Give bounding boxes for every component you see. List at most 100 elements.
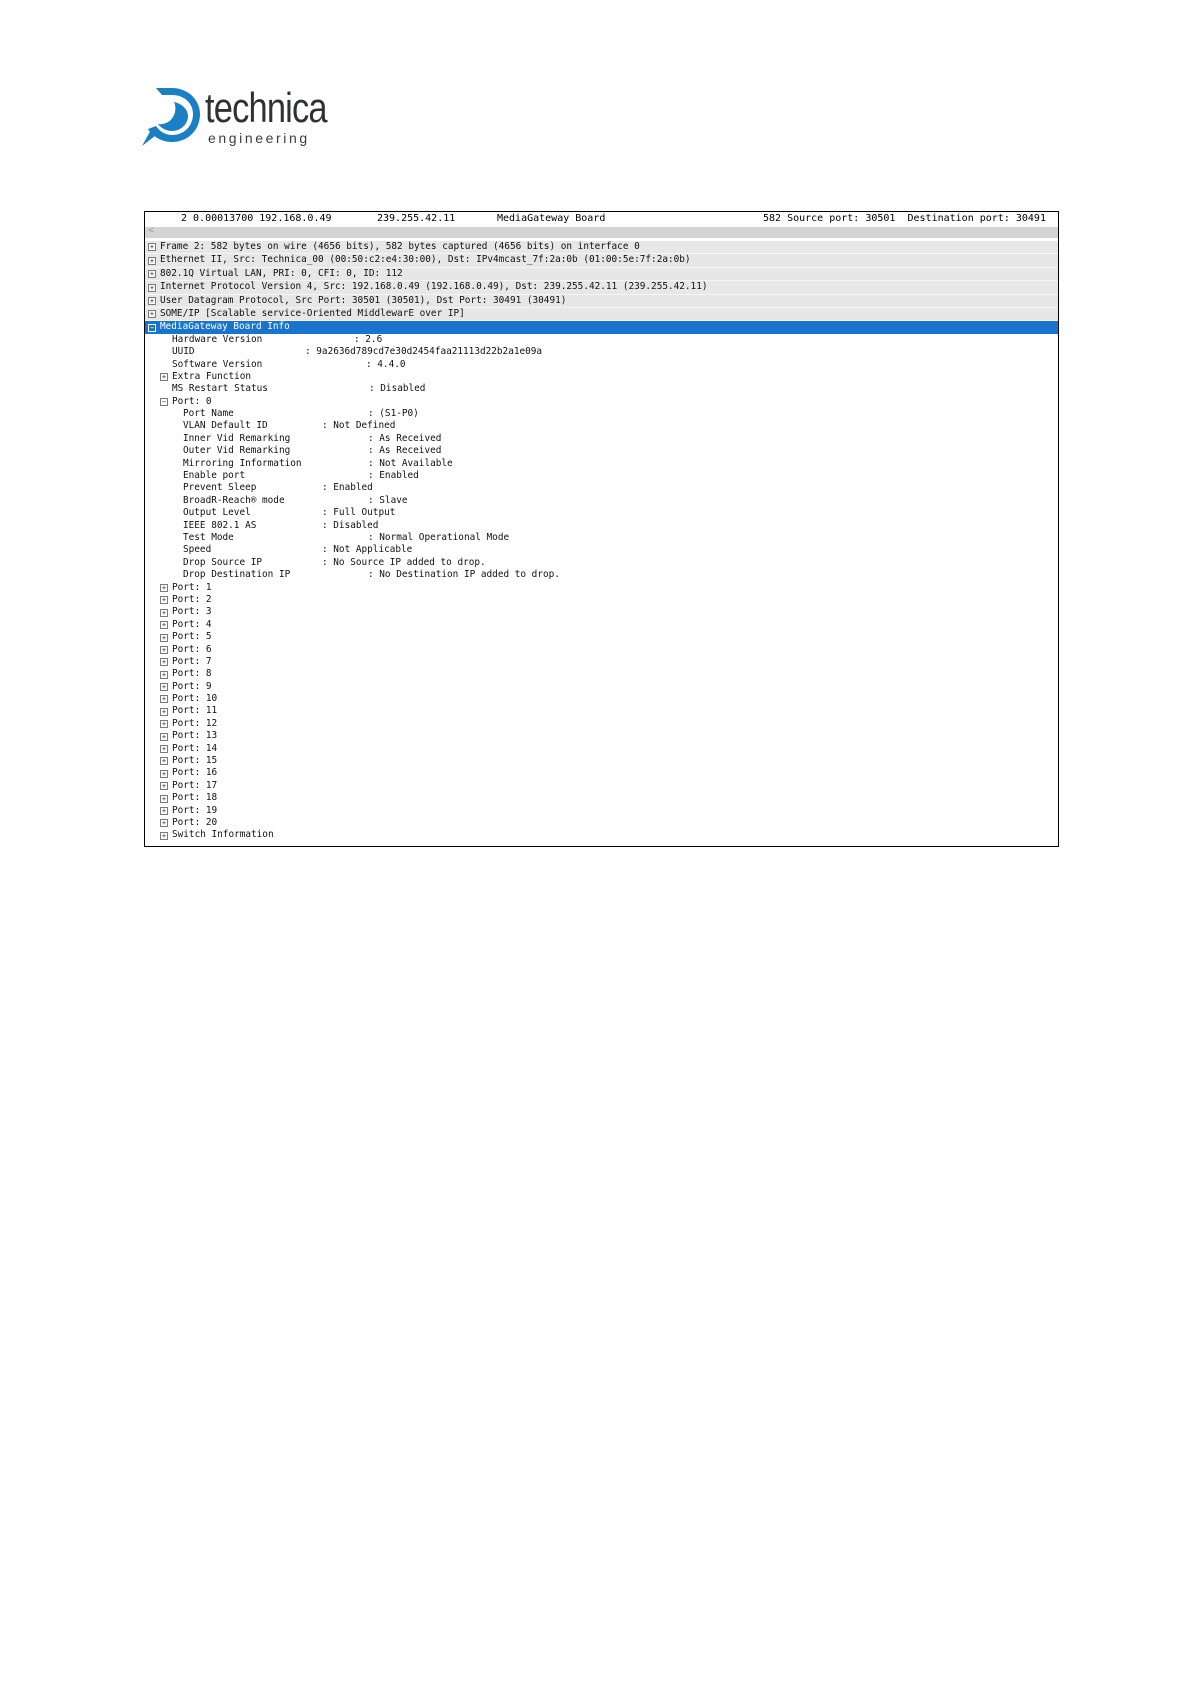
port-field-row[interactable]: Mirroring Information: Not Available [145,458,1058,470]
port-row[interactable]: + Port: 20 [145,817,1058,829]
port-field-row[interactable]: Inner Vid Remarking: As Received [145,433,1058,445]
expand-icon[interactable]: + [148,243,156,252]
protocol-layer-label: User Datagram Protocol, Src Port: 30501 … [160,294,567,306]
expand-icon[interactable]: + [148,310,156,319]
port-field-row[interactable]: Test Mode: Normal Operational Mode [145,532,1058,544]
port-row[interactable]: + Port: 11 [145,705,1058,717]
field-value: : Disabled [369,383,426,395]
port-field-row[interactable]: Port Name: (S1-P0) [145,408,1058,420]
port-row[interactable]: + Port: 14 [145,743,1058,755]
port-row[interactable]: + Port: 15 [145,755,1058,767]
horizontal-scrollbar[interactable]: < [145,225,1058,238]
port-row[interactable]: + Port: 13 [145,730,1058,742]
expand-icon[interactable]: + [160,806,168,815]
port-row[interactable]: + Port: 9 [145,681,1058,693]
field-label: Prevent Sleep [183,482,257,494]
protocol-layer-label: Internet Protocol Version 4, Src: 192.16… [160,281,708,293]
logo-word: technica [205,84,328,131]
port-0-row[interactable]: − Port: 0 [145,396,1058,408]
expand-icon[interactable]: + [148,283,156,292]
board-field-row[interactable]: UUID: 9a2636d789cd7e30d2454faa21113d22b2… [145,346,1058,358]
field-label: Mirroring Information [183,457,302,469]
port-row[interactable]: + Port: 7 [145,656,1058,668]
expand-icon[interactable]: + [148,256,156,265]
port-row[interactable]: + Port: 8 [145,668,1058,680]
expand-icon[interactable]: + [160,720,168,729]
port-row[interactable]: + Port: 12 [145,718,1058,730]
port-row[interactable]: + Port: 18 [145,792,1058,804]
port-field-row[interactable]: Prevent Sleep: Enabled [145,482,1058,494]
port-field-row[interactable]: Drop Source IP: No Source IP added to dr… [145,557,1058,569]
expand-icon[interactable]: + [148,270,156,279]
port-label: Port: 19 [172,804,218,816]
port-field-row[interactable]: Outer Vid Remarking: As Received [145,445,1058,457]
board-field-row[interactable]: + Extra Function [145,371,1058,383]
selected-layer-label: MediaGateway Board Info [160,321,290,333]
port-field-row[interactable]: Speed: Not Applicable [145,544,1058,556]
expand-icon[interactable]: + [160,633,168,642]
expand-icon[interactable]: + [160,683,168,692]
protocol-layer-row[interactable]: + User Datagram Protocol, Src Port: 30501… [145,294,1058,308]
port-row[interactable]: + Port: 1 [145,582,1058,594]
protocol-layer-row[interactable]: + SOME/IP [Scalable service-Oriented Midd… [145,307,1058,322]
port-label: Port: 12 [172,717,218,729]
collapse-icon[interactable]: − [160,398,168,407]
expand-icon[interactable]: + [160,658,168,667]
port-field-row[interactable]: Output Level: Full Output [145,507,1058,519]
packet-list-row[interactable]: 2 0.00013700 192.168.0.49 239.255.42.11 … [145,212,1058,226]
port-row[interactable]: + Port: 10 [145,693,1058,705]
expand-icon[interactable]: + [148,296,156,305]
port-field-row[interactable]: Drop Destination IP: No Destination IP a… [145,569,1058,581]
field-label: Inner Vid Remarking [183,432,291,444]
port-field-row[interactable]: VLAN Default ID: Not Defined [145,420,1058,432]
expand-icon[interactable]: + [160,596,168,605]
field-value: : Enabled [368,470,419,482]
mediagateway-board-info-row[interactable]: − MediaGateway Board Info [145,321,1058,334]
collapse-icon[interactable]: − [148,323,156,332]
port-field-row[interactable]: BroadR-Reach® mode: Slave [145,495,1058,507]
port-row[interactable]: + Port: 19 [145,805,1058,817]
port-row[interactable]: + Port: 3 [145,606,1058,618]
board-field-row[interactable]: Software Version: 4.4.0 [145,359,1058,371]
board-field-row[interactable]: MS Restart Status: Disabled [145,383,1058,395]
expand-icon[interactable]: + [160,608,168,617]
protocol-layer-label: 802.1Q Virtual LAN, PRI: 0, CFI: 0, ID: … [160,267,403,279]
expand-icon[interactable]: + [160,732,168,741]
protocol-layer-row[interactable]: + Internet Protocol Version 4, Src: 192.1… [145,281,1058,295]
port-label: Port: 4 [172,618,212,630]
field-value: : (S1-P0) [368,408,419,420]
logo-mark-icon [142,88,200,146]
port-row[interactable]: + Port: 5 [145,631,1058,643]
expand-icon[interactable]: + [160,757,168,766]
expand-icon[interactable]: + [160,819,168,828]
expand-icon[interactable]: + [160,695,168,704]
protocol-layer-row[interactable]: +802.1Q Virtual LAN, PRI: 0, CFI: 0, ID:… [145,267,1058,282]
port-row[interactable]: + Port: 17 [145,780,1058,792]
port-label: Port: 16 [172,767,218,779]
field-label: BroadR-Reach® mode [183,494,285,506]
port-field-row[interactable]: Enable port: Enabled [145,470,1058,482]
switch-information-label: Switch Information [172,829,274,841]
expand-icon[interactable]: + [160,794,168,803]
field-label: Test Mode [183,531,234,543]
expand-icon[interactable]: + [160,645,168,654]
expand-icon[interactable]: + [160,583,168,592]
expand-icon[interactable]: + [160,782,168,791]
port-row[interactable]: + Port: 4 [145,619,1058,631]
port-row[interactable]: + Port: 2 [145,594,1058,606]
port-row[interactable]: + Port: 6 [145,644,1058,656]
expand-icon[interactable]: + [160,621,168,630]
expand-icon[interactable]: + [160,769,168,778]
board-field-row[interactable]: Hardware Version: 2.6 [145,334,1058,346]
port-field-row[interactable]: IEEE 802.1 AS: Disabled [145,520,1058,532]
expand-icon[interactable]: + [160,831,168,840]
switch-information-row[interactable]: + Switch Information [145,829,1058,841]
protocol-layer-row[interactable]: + Frame 2: 582 bytes on wire (4656 bits),… [145,241,1058,255]
port-row[interactable]: + Port: 16 [145,767,1058,779]
expand-icon[interactable]: + [160,670,168,679]
scroll-left-icon[interactable]: < [148,225,154,236]
expand-icon[interactable]: + [160,745,168,754]
expand-icon[interactable]: + [160,373,168,382]
protocol-layer-row[interactable]: + Ethernet II, Src: Technica_00 (00:50:c2… [145,254,1058,268]
expand-icon[interactable]: + [160,707,168,716]
